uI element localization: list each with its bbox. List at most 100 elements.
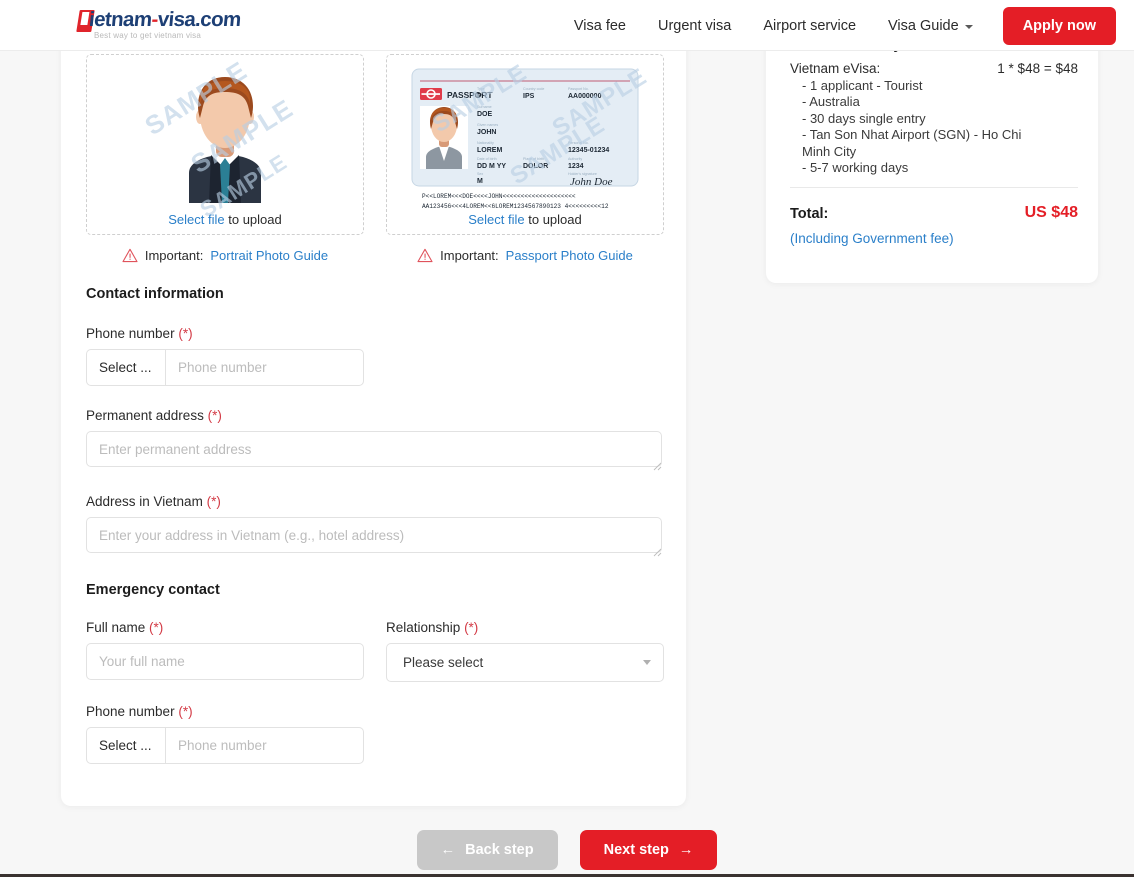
passport-photo-guide-link[interactable]: Passport Photo Guide xyxy=(506,248,633,263)
svg-text:Type: Type xyxy=(477,87,485,91)
nav-label: Urgent visa xyxy=(658,17,732,34)
emergency-phone-input-group: Select ... xyxy=(86,727,364,764)
relationship-label-text: Relationship xyxy=(386,620,461,635)
next-step-button[interactable]: Next step → xyxy=(579,830,718,870)
order-summary-product-row: Vietnam eVisa: 1 * $48 = $48 xyxy=(790,61,1078,76)
portrait-select-file-link[interactable]: Select file xyxy=(168,212,224,227)
relationship-select[interactable]: Please select xyxy=(386,643,664,682)
vietnam-address-field-group: Address in Vietnam (*) xyxy=(86,494,664,558)
svg-text:Authority: Authority xyxy=(568,157,582,161)
order-summary-divider xyxy=(790,187,1078,188)
list-item: - Australia xyxy=(802,94,860,110)
permanent-address-label-text: Permanent address xyxy=(86,408,204,423)
phone-number-input[interactable] xyxy=(165,349,364,386)
phone-number-label: Phone number (*) xyxy=(86,326,664,341)
back-step-label: Back step xyxy=(465,842,534,858)
logo-text-part2: visa.com xyxy=(156,8,242,31)
nav-item-airport-service[interactable]: Airport service xyxy=(747,18,872,34)
passport-important-prefix: Important: xyxy=(440,248,499,263)
emergency-phone-input[interactable] xyxy=(165,727,364,764)
passport-select-file-link[interactable]: Select file xyxy=(468,212,524,227)
portrait-important-note: Important: Portrait Photo Guide xyxy=(86,248,364,263)
permanent-address-label: Permanent address (*) xyxy=(86,408,664,423)
next-step-label: Next step xyxy=(603,842,669,858)
back-step-button[interactable]: ← Back step xyxy=(416,830,558,870)
permanent-address-field-group: Permanent address (*) xyxy=(86,408,664,472)
svg-text:M: M xyxy=(477,178,483,185)
full-name-label-text: Full name xyxy=(86,620,146,635)
apply-now-button[interactable]: Apply now xyxy=(1002,6,1116,45)
svg-text:IPS: IPS xyxy=(523,93,535,100)
portrait-important-prefix: Important: xyxy=(144,248,204,263)
passport-important-note: Important: Passport Photo Guide xyxy=(386,248,664,263)
svg-text:JOHN: JOHN xyxy=(477,129,496,136)
logo-wordmark: ietnam-visa.com xyxy=(88,8,242,32)
order-product-price: 1 * $48 = $48 xyxy=(997,61,1078,76)
svg-text:P<<LOREM<<<DOE<<<<JOHN<<<<<<<<: P<<LOREM<<<DOE<<<<JOHN<<<<<<<<<<<<<<<<<<… xyxy=(422,193,576,200)
emergency-phone-country-code-select[interactable]: Select ... xyxy=(86,727,165,764)
main-navigation: Visa fee Urgent visa Airport service Vis… xyxy=(558,0,1116,51)
svg-text:DD M YY: DD M YY xyxy=(477,163,506,170)
nav-label: Visa fee xyxy=(573,17,626,34)
phone-number-field-group: Phone number (*) Select ... xyxy=(86,326,664,386)
svg-text:Sex: Sex xyxy=(477,172,483,176)
nav-item-visa-fee[interactable]: Visa fee xyxy=(558,18,642,34)
passport-upload-column: PASSPORT Type P Country code IPS Passpor… xyxy=(386,54,664,263)
order-total-label: Total: xyxy=(790,206,829,222)
required-marker: (*) xyxy=(149,620,164,635)
contact-information-heading: Contact information xyxy=(86,286,224,302)
svg-text:DOE: DOE xyxy=(477,111,493,118)
phone-number-input-group: Select ... xyxy=(86,349,364,386)
svg-text:Passport No.: Passport No. xyxy=(568,87,589,91)
full-name-label: Full name (*) xyxy=(86,620,364,635)
order-summary-details-list: - 1 applicant - Tourist - Australia - 30… xyxy=(802,78,1032,176)
phone-number-label-text: Phone number xyxy=(86,326,175,341)
svg-text:Personal No.: Personal No. xyxy=(568,141,589,145)
nav-item-visa-guide[interactable]: Visa Guide xyxy=(872,18,989,34)
passport-upload-dropzone[interactable]: PASSPORT Type P Country code IPS Passpor… xyxy=(386,54,664,235)
svg-text:Place of birth: Place of birth xyxy=(523,157,544,161)
required-marker: (*) xyxy=(207,408,222,423)
passport-upload-label: Select file to upload xyxy=(387,212,663,227)
passport-upload-suffix: to upload xyxy=(524,212,582,227)
required-marker: (*) xyxy=(464,620,479,635)
full-name-field-group: Full name (*) xyxy=(86,620,364,682)
nav-item-urgent-visa[interactable]: Urgent visa xyxy=(642,18,747,34)
emergency-name-relationship-row: Full name (*) Relationship (*) Please se… xyxy=(86,620,664,682)
emergency-phone-field-group: Phone number (*) Select ... xyxy=(86,704,664,764)
logo-tagline: Best way to get vietnam visa xyxy=(94,31,201,40)
list-item: - 30 days single entry xyxy=(802,110,926,126)
vietnam-address-textarea[interactable] xyxy=(86,517,662,553)
required-marker: (*) xyxy=(206,494,221,509)
emergency-contact-heading: Emergency contact xyxy=(86,582,220,598)
portrait-upload-dropzone[interactable]: SAMPLE SAMPLE SAMPLE Select file to uplo… xyxy=(86,54,364,235)
required-marker: (*) xyxy=(178,326,193,341)
permanent-address-textarea[interactable] xyxy=(86,431,662,467)
portrait-upload-label: Select file to upload xyxy=(87,212,363,227)
portrait-sample-illustration xyxy=(173,61,277,203)
government-fee-note-link[interactable]: (Including Government fee) xyxy=(790,231,954,246)
textarea-resize-grip-icon[interactable] xyxy=(651,546,662,557)
textarea-resize-grip-icon[interactable] xyxy=(651,460,662,471)
order-product-name: Vietnam eVisa: xyxy=(790,61,881,76)
svg-text:1234: 1234 xyxy=(568,163,584,170)
logo-text-part1: ietnam xyxy=(88,8,153,31)
arrow-left-icon: ← xyxy=(440,842,456,858)
passport-sample-illustration: PASSPORT Type P Country code IPS Passpor… xyxy=(411,68,639,210)
svg-text:Nationality: Nationality xyxy=(477,141,494,145)
svg-text:DOLOR: DOLOR xyxy=(523,163,548,170)
svg-text:Country code: Country code xyxy=(523,87,544,91)
full-name-input[interactable] xyxy=(86,643,364,680)
site-logo[interactable]: ietnam-visa.com Best way to get vietnam … xyxy=(76,7,248,43)
svg-text:LOREM: LOREM xyxy=(477,147,502,154)
application-form-card: SAMPLE SAMPLE SAMPLE Select file to uplo… xyxy=(61,0,686,806)
emergency-phone-label: Phone number (*) xyxy=(86,704,664,719)
list-item: - Tan Son Nhat Airport (SGN) - Ho Chi Mi… xyxy=(802,127,1022,159)
portrait-photo-guide-link[interactable]: Portrait Photo Guide xyxy=(210,248,328,263)
svg-text:P: P xyxy=(477,93,482,100)
phone-country-code-select[interactable]: Select ... xyxy=(86,349,165,386)
svg-text:Surname: Surname xyxy=(477,105,492,109)
svg-text:Given names: Given names xyxy=(477,123,498,127)
svg-text:AA000000: AA000000 xyxy=(568,93,602,100)
list-item: - 1 applicant - Tourist xyxy=(802,78,923,93)
